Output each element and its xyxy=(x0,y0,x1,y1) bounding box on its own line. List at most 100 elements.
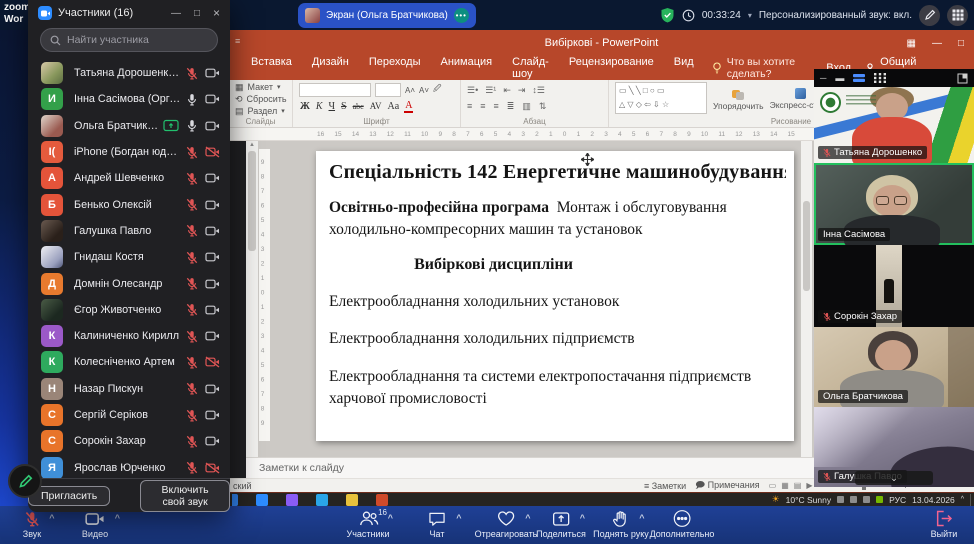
participant-row[interactable]: ДДомнін Олесандр xyxy=(28,270,230,296)
panel-collapse-icon[interactable]: ─ xyxy=(820,73,826,83)
panel-close-icon[interactable]: × xyxy=(213,6,220,20)
shrink-font-icon[interactable]: A˅ xyxy=(419,86,429,95)
ribbon-tab-дизайн[interactable]: Дизайн xyxy=(302,56,359,80)
powerpoint-titlebar[interactable]: ≡ Вибіркові - PowerPoint ▦ — □ xyxy=(229,30,974,56)
tab-more-icon[interactable]: ••• xyxy=(454,8,469,23)
camera-icon[interactable] xyxy=(205,330,220,342)
numbering-icon[interactable]: ☰¹ xyxy=(485,85,496,96)
font-style-button[interactable]: AV xyxy=(369,101,383,111)
layout-button[interactable]: ▦Макет▾ xyxy=(235,82,286,93)
mic-icon[interactable] xyxy=(186,119,198,132)
chevron-up-icon[interactable]: ^ xyxy=(639,513,644,523)
font-size-box[interactable] xyxy=(375,83,401,97)
font-style-button[interactable]: К xyxy=(315,101,324,112)
taskbar-app-telegram[interactable] xyxy=(316,494,328,506)
line-spacing-icon[interactable]: ↕☰ xyxy=(532,85,545,96)
font-style-button[interactable]: Ч xyxy=(328,101,337,112)
slide-list-item[interactable]: Електрообладнання холодильних установок xyxy=(329,291,789,313)
reset-button[interactable]: ⟲Сбросить xyxy=(235,94,286,105)
participant-row[interactable]: І(iPhone (Богдан юдин ) xyxy=(28,139,230,165)
participant-row[interactable]: Татьяна Дорошенко (Я) xyxy=(28,60,230,86)
camera-icon[interactable] xyxy=(205,225,220,237)
panel-maximize-icon[interactable]: □ xyxy=(194,8,200,19)
bullets-icon[interactable]: ☰• xyxy=(467,85,478,96)
taskbar-app-powerpoint[interactable] xyxy=(376,494,388,506)
pop-out-icon[interactable] xyxy=(957,73,968,84)
ribbon-tab-вставка[interactable]: Вставка xyxy=(241,56,302,80)
timer-chevron-icon[interactable]: ▾ xyxy=(748,11,752,20)
toolbar-video-button[interactable]: ^Видео xyxy=(82,509,108,539)
shared-screen-tab[interactable]: Экран (Ольга Братчикова) ••• xyxy=(298,3,476,28)
taskbar-app-files[interactable] xyxy=(346,494,358,506)
unmute-self-button[interactable]: Включить свой звук xyxy=(140,480,230,512)
mic-muted-icon[interactable] xyxy=(186,67,198,80)
camera-icon[interactable] xyxy=(205,278,220,290)
toolbar-leave-button[interactable]: Выйти xyxy=(931,509,958,539)
mic-muted-icon[interactable] xyxy=(186,251,198,264)
panel-minimize-icon[interactable]: — xyxy=(171,8,181,19)
quick-access-toolbar[interactable]: ≡ xyxy=(235,36,240,46)
search-participant-input[interactable]: Найти участника xyxy=(40,28,218,52)
grow-font-icon[interactable]: A˄ xyxy=(405,86,415,95)
video-tile[interactable]: Татьяна Дорошенко xyxy=(814,87,974,163)
mic-muted-icon[interactable] xyxy=(186,303,198,316)
participant-row[interactable]: Галушка Павло xyxy=(28,218,230,244)
tray-chevron-icon[interactable]: ^ xyxy=(961,496,964,503)
slide-list-item[interactable]: Електрообладнання холодильних підприємст… xyxy=(329,328,789,350)
mic-muted-icon[interactable] xyxy=(186,146,198,159)
toolbar-more-button[interactable]: Дополнительно xyxy=(650,509,715,539)
slide-sorter-icon[interactable]: ▦ xyxy=(781,481,789,490)
participant-row[interactable]: ИІнна Сасімова (Организатор) xyxy=(28,86,230,112)
chevron-up-icon[interactable]: ^ xyxy=(49,513,54,523)
toolbar-chat-button[interactable]: ^Чат xyxy=(428,509,447,539)
participant-row[interactable]: ССергій Серіков xyxy=(28,402,230,428)
slide-list-item[interactable]: Електрообладнання та системи електропост… xyxy=(329,366,789,411)
notes-toggle[interactable]: ≡ Заметки xyxy=(644,481,686,491)
gallery-view-icon[interactable] xyxy=(853,73,865,83)
tray-icon-green[interactable] xyxy=(876,496,883,503)
toolbar-audio-button[interactable]: ^Звук xyxy=(23,509,41,539)
camera-icon[interactable] xyxy=(205,172,220,184)
system-date[interactable]: 13.04.2026 xyxy=(912,495,955,505)
participant-row[interactable]: Єгор Животченко xyxy=(28,297,230,323)
chevron-up-icon[interactable]: ^ xyxy=(525,513,530,523)
camera-icon[interactable] xyxy=(205,120,220,132)
invite-button[interactable]: Пригласить xyxy=(28,486,110,506)
video-tile[interactable]: Інна Сасімова xyxy=(814,163,974,245)
chevron-up-icon[interactable]: ^ xyxy=(580,513,585,523)
text-direction-icon[interactable]: ⇅ xyxy=(539,101,547,112)
toolbar-share-button[interactable]: ^Поделиться xyxy=(536,509,586,539)
increase-indent-icon[interactable]: ⇥ xyxy=(518,85,526,96)
toolbar-participants-button[interactable]: 16^Участники xyxy=(347,509,390,539)
camera-icon[interactable] xyxy=(205,93,220,105)
participant-row[interactable]: ЯЯрослав Юрченко xyxy=(28,454,230,478)
camera-icon[interactable] xyxy=(205,409,220,421)
shapes-gallery[interactable]: ▭ ╲ ╲ □ ○ ▭ △ ▽ ◇ ⇦ ⇩ ☆ xyxy=(615,82,707,114)
ribbon-tab-переходы[interactable]: Переходы xyxy=(359,56,431,80)
annotation-pencil-button[interactable] xyxy=(919,5,940,26)
align-left-icon[interactable]: ≡ xyxy=(467,101,472,111)
weather-text[interactable]: 10°C Sunny xyxy=(786,495,831,505)
reading-view-icon[interactable]: ▤ xyxy=(794,481,802,490)
more-videos-chevron[interactable]: ⌄ xyxy=(855,471,933,485)
camera-icon[interactable] xyxy=(205,304,220,316)
font-style-button[interactable]: А xyxy=(404,100,413,113)
arrange-button[interactable]: Упорядочить xyxy=(713,82,764,116)
minimize-window-icon[interactable]: — xyxy=(932,38,942,49)
slide-subtitle[interactable]: Вибіркові дисципліни xyxy=(329,256,658,274)
language-indicator[interactable]: ский xyxy=(233,481,252,491)
annotate-button[interactable] xyxy=(8,464,42,498)
participant-row[interactable]: ССорокін Захар xyxy=(28,428,230,454)
font-name-box[interactable] xyxy=(299,83,371,97)
mic-muted-icon[interactable] xyxy=(186,330,198,343)
show-desktop-strip[interactable] xyxy=(970,494,971,506)
ribbon-tab-рецензирование[interactable]: Рецензирование xyxy=(559,56,664,80)
taskbar-app-zoom[interactable] xyxy=(256,494,268,506)
camera-icon[interactable] xyxy=(205,435,220,447)
participant-row[interactable]: ААндрей Шевченко xyxy=(28,165,230,191)
slide-title[interactable]: Спеціальність 142 Енергетичне машинобуду… xyxy=(329,161,786,184)
tell-me-box[interactable]: Что вы хотите сделать? xyxy=(712,56,827,80)
taskbar-app-edge[interactable] xyxy=(232,494,238,506)
mic-muted-icon[interactable] xyxy=(186,356,198,369)
mic-muted-icon[interactable] xyxy=(186,198,198,211)
